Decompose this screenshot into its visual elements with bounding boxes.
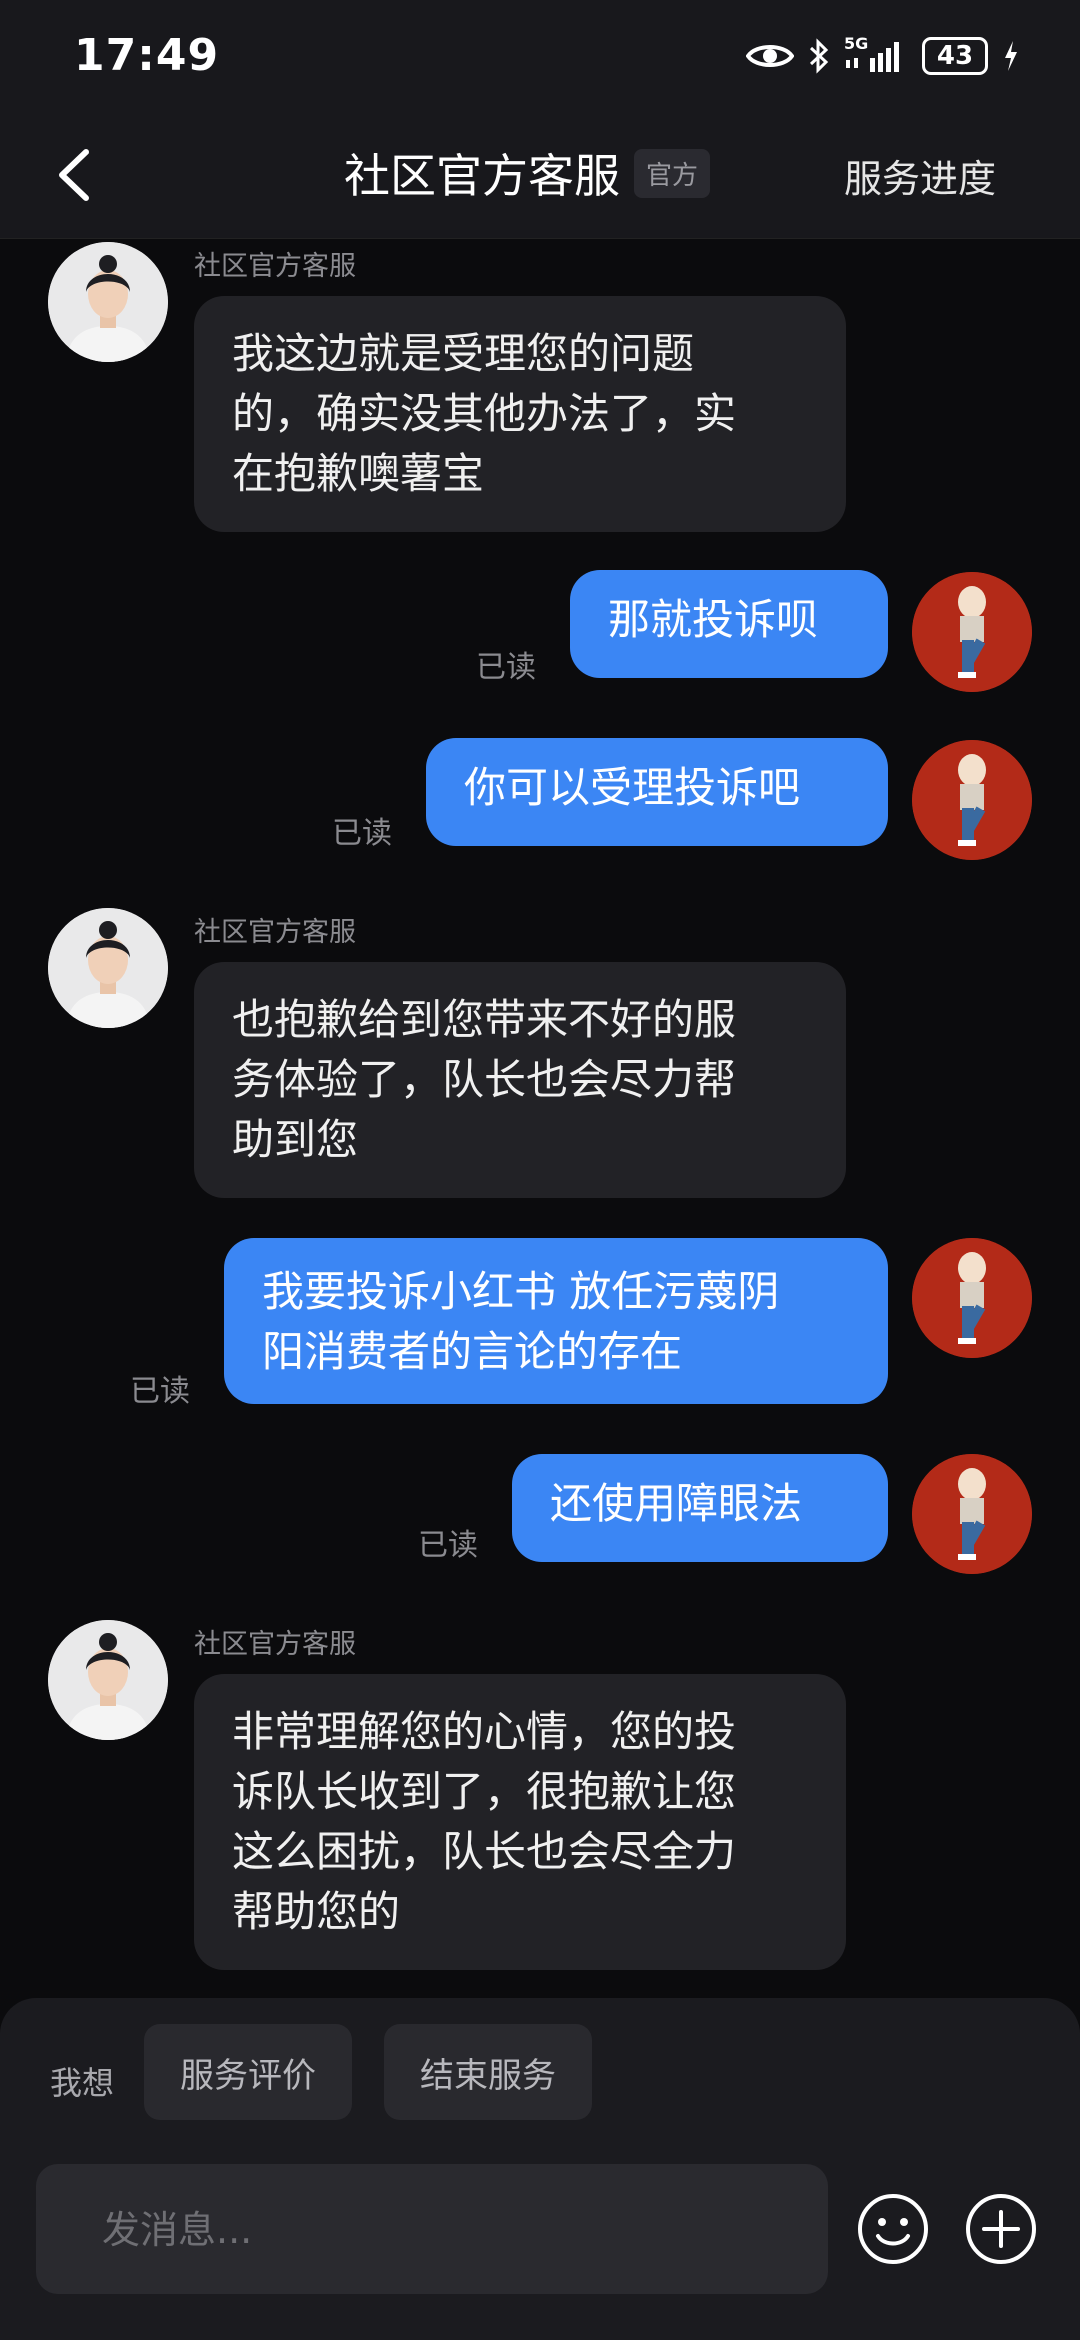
message-line: 务体验了，队长也会尽力帮	[232, 1055, 737, 1104]
sender-name: 社区官方客服	[194, 917, 356, 948]
agent-avatar[interactable]	[48, 1620, 168, 1740]
user-avatar[interactable]	[912, 1238, 1032, 1358]
add-button[interactable]	[964, 2192, 1038, 2266]
message-input[interactable]	[100, 2164, 804, 2296]
title-group: 社区官方客服 官方	[344, 140, 711, 206]
service-rating-chip[interactable]: 服务评价	[144, 2024, 352, 2120]
status-icons: 5G 43	[746, 34, 1020, 78]
read-receipt: 已读	[418, 1528, 478, 1563]
message-line: 帮助您的	[232, 1887, 401, 1936]
chat-message-list[interactable]: 社区官方客服 我这边就是受理您的问题 的，确实没其他办法了，实 在抱歉噢薯宝 已…	[0, 238, 1080, 1998]
message-text: 那就投诉呗	[608, 595, 819, 644]
emoji-button[interactable]	[856, 2192, 930, 2266]
message-bubble-outgoing[interactable]: 你可以受理投诉吧	[426, 738, 888, 846]
message-bubble-outgoing[interactable]: 那就投诉呗	[570, 570, 888, 678]
message-text: 还使用障眼法	[550, 1479, 803, 1528]
status-bar: 17:49 5G 43	[0, 0, 1080, 110]
signal-icon: 5G	[844, 34, 908, 74]
quick-actions-label: 我想	[50, 2064, 115, 2102]
user-avatar[interactable]	[912, 740, 1032, 860]
user-avatar[interactable]	[912, 572, 1032, 692]
read-receipt: 已读	[332, 816, 392, 851]
message-line: 阳消费者的言论的存在	[262, 1327, 683, 1376]
page-title: 社区官方客服	[344, 149, 620, 203]
message-bubble-incoming[interactable]: 我这边就是受理您的问题 的，确实没其他办法了，实 在抱歉噢薯宝	[194, 296, 846, 532]
message-line: 非常理解您的心情，您的投	[232, 1707, 737, 1756]
agent-avatar[interactable]	[48, 242, 168, 362]
service-progress-button[interactable]: 服务进度	[844, 148, 996, 203]
message-text: 你可以受理投诉吧	[464, 763, 801, 812]
eye-icon	[746, 45, 794, 67]
message-line: 助到您	[232, 1115, 359, 1164]
back-button[interactable]	[48, 140, 108, 210]
agent-avatar[interactable]	[48, 908, 168, 1028]
bluetooth-icon	[809, 38, 829, 74]
read-receipt: 已读	[130, 1374, 190, 1409]
battery-level: 43	[936, 41, 974, 71]
message-bubble-incoming[interactable]: 也抱歉给到您带来不好的服 务体验了，队长也会尽力帮 助到您	[194, 962, 846, 1198]
charging-icon	[1005, 41, 1017, 71]
sender-name: 社区官方客服	[194, 251, 356, 282]
message-bubble-outgoing[interactable]: 我要投诉小红书 放任污蔑阴 阳消费者的言论的存在	[224, 1238, 888, 1404]
bottom-panel: 我想 服务评价 结束服务	[0, 1998, 1080, 2340]
official-badge: 官方	[634, 148, 711, 198]
chat-header: 社区官方客服 官方 服务进度	[0, 110, 1080, 239]
message-input-box[interactable]	[36, 2164, 828, 2296]
message-line: 诉队长收到了，很抱歉让您	[232, 1767, 737, 1816]
message-line: 我要投诉小红书 放任污蔑阴	[262, 1267, 780, 1316]
message-bubble-incoming[interactable]: 非常理解您的心情，您的投 诉队长收到了，很抱歉让您 这么困扰，队长也会尽全力 帮…	[194, 1674, 846, 1970]
message-line: 也抱歉给到您带来不好的服	[232, 995, 737, 1044]
emoji-icon	[858, 2194, 928, 2264]
battery-indicator: 43	[922, 37, 988, 75]
message-line: 的，确实没其他办法了，实	[232, 389, 737, 438]
chevron-left-icon	[59, 149, 89, 201]
plus-circle-icon	[966, 2194, 1036, 2264]
message-line: 我这边就是受理您的问题	[232, 329, 695, 378]
user-avatar[interactable]	[912, 1454, 1032, 1574]
message-line: 在抱歉噢薯宝	[232, 449, 485, 498]
message-line: 这么困扰，队长也会尽全力	[232, 1827, 737, 1876]
read-receipt: 已读	[476, 650, 536, 685]
sender-name: 社区官方客服	[194, 1629, 356, 1660]
end-service-chip[interactable]: 结束服务	[384, 2024, 592, 2120]
status-time: 17:49	[74, 30, 220, 81]
message-bubble-outgoing[interactable]: 还使用障眼法	[512, 1454, 888, 1562]
